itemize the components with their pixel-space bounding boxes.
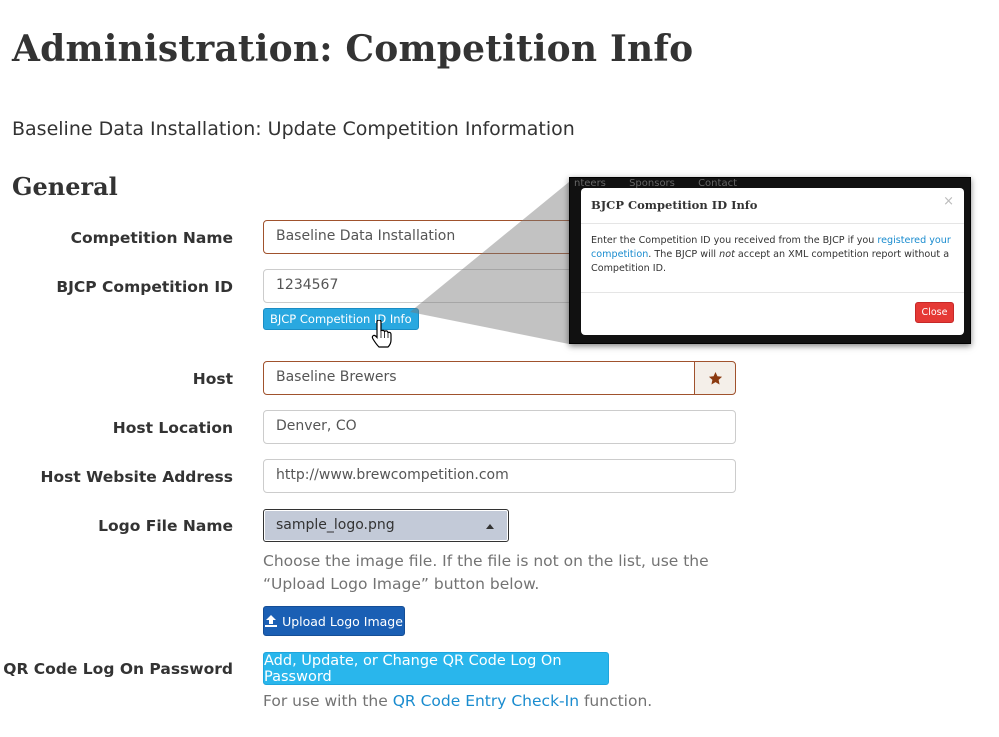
qr-help-prefix: For use with the: [263, 692, 393, 710]
logo-file-selected: sample_logo.png: [276, 517, 395, 533]
host-required-addon: [694, 361, 736, 395]
qr-checkin-link[interactable]: QR Code Entry Check-In: [393, 692, 579, 710]
modal-footer: Close: [581, 293, 964, 334]
host-label: Host: [192, 370, 233, 388]
modal-zoom-frame: nteers Sponsors Contact BJCP Competition…: [569, 177, 971, 344]
host-location-label: Host Location: [112, 419, 233, 437]
logo-file-label: Logo File Name: [98, 517, 233, 535]
modal-title: BJCP Competition ID Info: [591, 198, 758, 212]
page-subtitle: Baseline Data Installation: Update Compe…: [12, 118, 575, 140]
upload-icon: [265, 615, 278, 627]
logo-file-help: Choose the image file. If the file is no…: [263, 552, 709, 593]
host-website-input[interactable]: http://www.brewcompetition.com: [263, 459, 736, 493]
section-heading-general: General: [12, 172, 118, 201]
qr-help-suffix: function.: [579, 692, 653, 710]
upload-logo-label: Upload Logo Image: [282, 613, 403, 629]
modal-close-button[interactable]: Close: [915, 302, 954, 323]
logo-file-select[interactable]: sample_logo.png: [263, 509, 509, 542]
modal-close-icon[interactable]: ×: [943, 194, 954, 209]
modal-body: Enter the Competition ID you received fr…: [581, 224, 964, 293]
bjcp-info-modal: BJCP Competition ID Info × Enter the Com…: [581, 188, 964, 335]
caret-up-icon: [486, 524, 494, 529]
modal-body-em: not: [719, 249, 735, 260]
qr-password-label: QR Code Log On Password: [3, 660, 233, 678]
modal-body-mid: . The BJCP will: [648, 249, 720, 260]
host-website-label: Host Website Address: [40, 468, 233, 486]
modal-body-prefix: Enter the Competition ID you received fr…: [591, 235, 878, 246]
host-input[interactable]: Baseline Brewers: [263, 361, 695, 395]
modal-header: BJCP Competition ID Info ×: [581, 188, 964, 224]
bjcp-info-button[interactable]: BJCP Competition ID Info: [263, 308, 419, 330]
host-location-input[interactable]: Denver, CO: [263, 410, 736, 444]
bjcp-id-label: BJCP Competition ID: [56, 278, 233, 296]
qr-password-button[interactable]: Add, Update, or Change QR Code Log On Pa…: [263, 652, 609, 685]
competition-name-label: Competition Name: [70, 229, 233, 247]
qr-help-text: For use with the QR Code Entry Check-In …: [263, 690, 753, 713]
upload-logo-button[interactable]: Upload Logo Image: [263, 606, 405, 636]
page-title: Administration: Competition Info: [12, 28, 694, 70]
hand-cursor-icon: [371, 320, 392, 348]
star-icon: [708, 371, 722, 384]
